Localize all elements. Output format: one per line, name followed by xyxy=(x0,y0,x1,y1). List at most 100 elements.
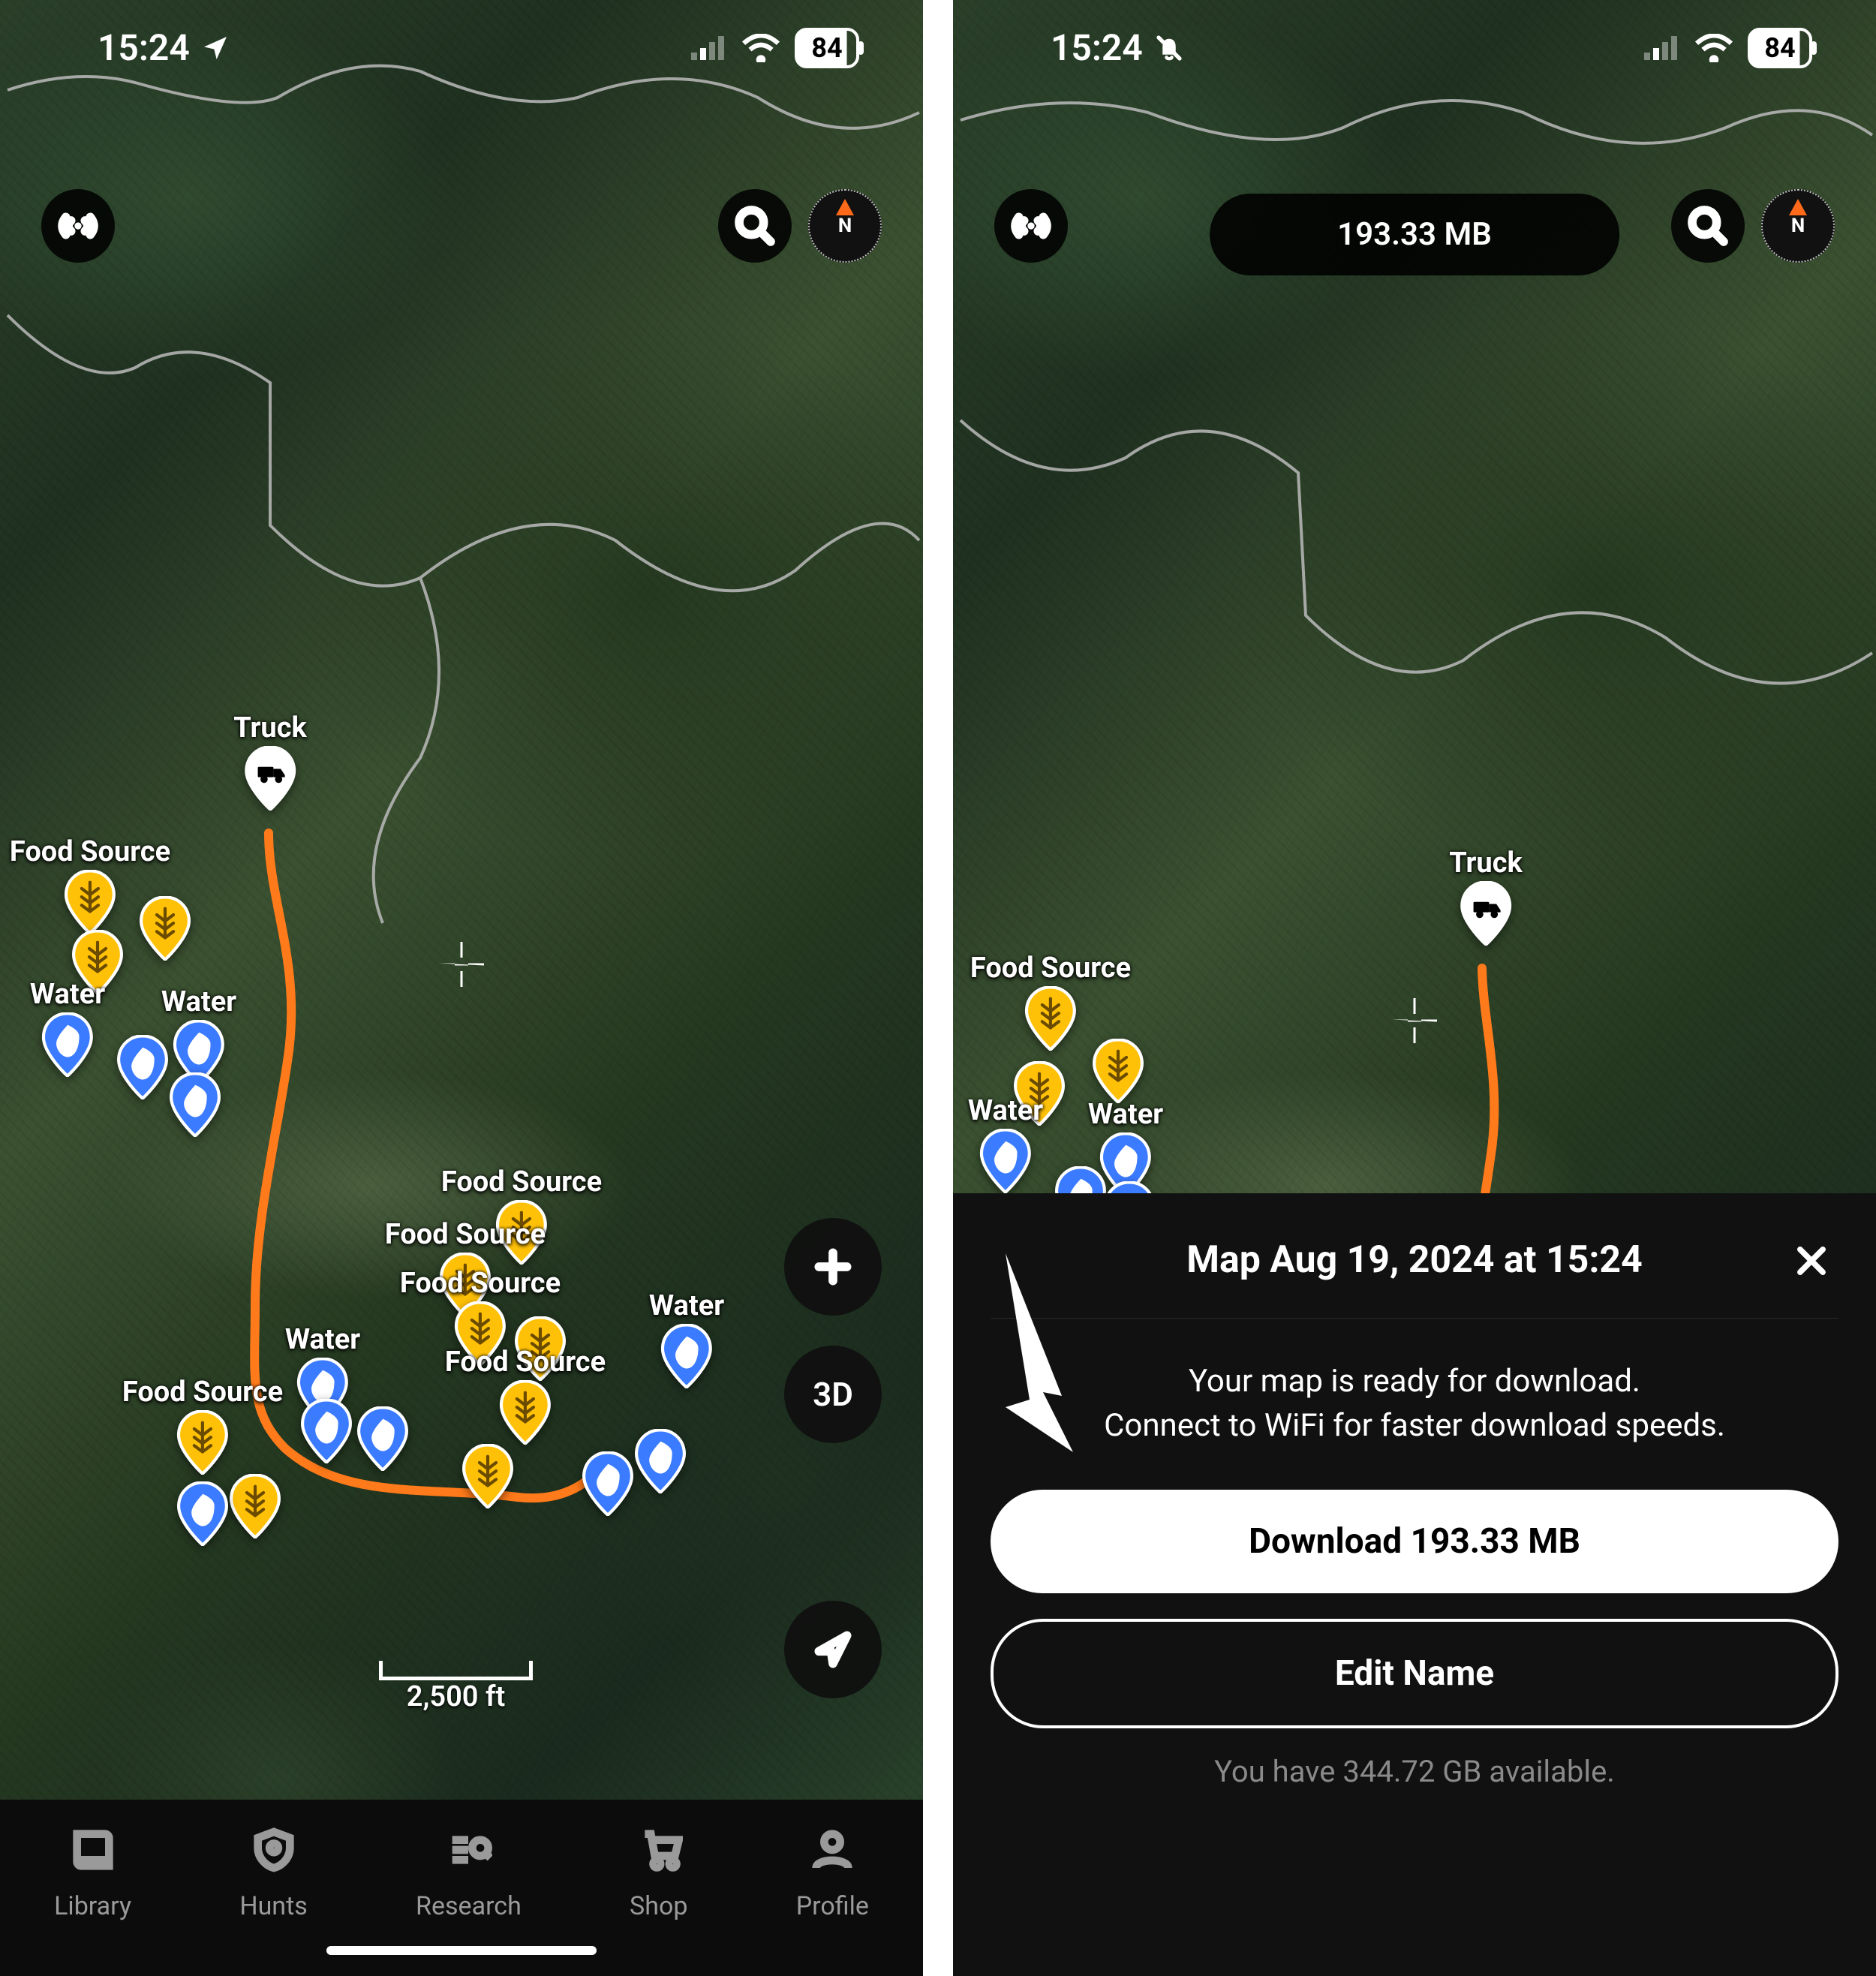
cellular-icon xyxy=(691,36,727,60)
status-bar: 15:24 84 xyxy=(0,26,923,69)
food-pin-icon xyxy=(1092,1039,1144,1103)
download-size-pill[interactable]: 193.33 MB xyxy=(1210,194,1619,275)
pin-label: Truck xyxy=(1449,847,1523,880)
map-pin-water[interactable] xyxy=(634,1429,687,1493)
map-pin-water[interactable] xyxy=(300,1399,353,1463)
food-pin-icon xyxy=(139,896,191,961)
download-sheet: Map Aug 19, 2024 at 15:24 Your map is re… xyxy=(953,1193,1876,1976)
map-pin-water[interactable]: Water xyxy=(649,1289,724,1388)
pin-label: Water xyxy=(285,1323,360,1356)
map-pin-food[interactable] xyxy=(139,896,191,961)
sheet-title: Map Aug 19, 2024 at 15:24 xyxy=(1186,1238,1643,1282)
status-time: 15:24 xyxy=(1051,26,1143,69)
research-icon xyxy=(444,1826,492,1881)
compass-button[interactable]: N xyxy=(808,189,882,263)
recenter-button[interactable] xyxy=(784,1601,882,1698)
water-pin-icon xyxy=(356,1406,409,1471)
battery-level: 84 xyxy=(1748,28,1812,68)
wifi-icon xyxy=(742,34,780,62)
map-pin-food[interactable]: Food Source xyxy=(122,1376,283,1475)
tab-label: Shop xyxy=(630,1891,687,1921)
broadcast-button[interactable] xyxy=(41,189,115,263)
add-waypoint-button[interactable] xyxy=(784,1218,882,1316)
water-pin-icon xyxy=(176,1481,229,1546)
status-bar: 15:24 84 xyxy=(953,26,1876,69)
tab-label: Profile xyxy=(796,1891,869,1921)
map-pin-truck[interactable]: Truck xyxy=(1449,847,1523,946)
battery-level: 84 xyxy=(795,28,859,68)
map-center-crosshair-icon xyxy=(1392,998,1437,1043)
food-pin-icon xyxy=(176,1410,229,1475)
sheet-message: Your map is ready for download. Connect … xyxy=(991,1360,1838,1448)
pin-label: Food Source xyxy=(10,835,170,868)
close-icon xyxy=(1792,1241,1831,1280)
book-icon xyxy=(69,1826,117,1881)
tab-shop[interactable]: Shop xyxy=(630,1826,687,1921)
map-pin-food[interactable]: Food Source xyxy=(970,952,1131,1051)
toggle-3d-button[interactable]: 3D xyxy=(784,1346,882,1443)
cellular-icon xyxy=(1644,36,1680,60)
map-pin-truck[interactable]: Truck xyxy=(233,711,307,811)
map-pin-food[interactable] xyxy=(229,1474,281,1538)
phone-right: Truck Food Source Water Water 15:24 xyxy=(953,0,1876,1976)
compass-button[interactable]: N xyxy=(1761,189,1835,263)
map-pin-water[interactable] xyxy=(169,1072,221,1137)
location-arrow-icon xyxy=(200,33,230,63)
tab-profile[interactable]: Profile xyxy=(796,1826,869,1921)
map-pin-food[interactable] xyxy=(461,1444,514,1508)
pin-label: Water xyxy=(161,985,236,1018)
status-time: 15:24 xyxy=(98,26,190,69)
map-pin-water[interactable]: Water xyxy=(968,1094,1043,1193)
map-scale: 2,500 ft xyxy=(379,1661,533,1713)
water-pin-icon xyxy=(634,1429,687,1493)
map-pin-water[interactable] xyxy=(116,1035,169,1099)
search-button[interactable] xyxy=(1671,189,1745,263)
storage-available-text: You have 344.72 GB available. xyxy=(991,1754,1838,1789)
compass-n-label: N xyxy=(1791,215,1805,237)
tab-label: Library xyxy=(54,1891,131,1921)
pin-label: Food Source xyxy=(385,1218,546,1251)
map-pin-food[interactable] xyxy=(1092,1039,1144,1103)
tab-research[interactable]: Research xyxy=(416,1826,522,1921)
phone-left: Truck Food Source Water Water Food Sourc… xyxy=(0,0,923,1976)
map-pin-water[interactable] xyxy=(176,1481,229,1546)
water-pin-icon xyxy=(169,1072,221,1137)
water-pin-icon xyxy=(582,1451,634,1516)
broadcast-button[interactable] xyxy=(994,189,1068,263)
scale-label: 2,500 ft xyxy=(407,1680,505,1713)
plus-icon xyxy=(812,1246,854,1288)
food-pin-icon xyxy=(1024,986,1077,1051)
edit-name-button[interactable]: Edit Name xyxy=(991,1619,1838,1728)
food-pin-icon xyxy=(499,1380,552,1445)
pin-label: Food Source xyxy=(122,1376,283,1409)
search-icon xyxy=(1687,205,1729,247)
wifi-icon xyxy=(1695,34,1733,62)
compass-n-label: N xyxy=(838,215,852,237)
map-pin-water[interactable] xyxy=(356,1406,409,1471)
water-pin-icon xyxy=(660,1324,713,1388)
sheet-close-button[interactable] xyxy=(1792,1238,1831,1292)
download-button[interactable]: Download 193.33 MB xyxy=(991,1490,1838,1593)
pin-label: Water xyxy=(968,1094,1043,1127)
food-pin-icon xyxy=(64,870,116,934)
pin-label: Truck xyxy=(233,711,307,744)
home-indicator xyxy=(326,1946,597,1955)
pin-label: Food Source xyxy=(441,1165,602,1199)
search-button[interactable] xyxy=(718,189,792,263)
tab-hunts[interactable]: Hunts xyxy=(239,1826,307,1921)
map-pin-food[interactable]: Food Source xyxy=(445,1346,606,1445)
pin-label: Food Source xyxy=(445,1346,606,1379)
person-icon xyxy=(808,1826,856,1881)
tab-library[interactable]: Library xyxy=(54,1826,131,1921)
food-pin-icon xyxy=(229,1474,281,1538)
pin-label: Water xyxy=(1088,1098,1163,1131)
pin-label: Food Source xyxy=(400,1267,561,1300)
truck-pin-icon xyxy=(1460,881,1512,946)
water-pin-icon xyxy=(979,1129,1032,1193)
map-pin-water[interactable]: Water xyxy=(30,978,105,1077)
map-pin-water[interactable] xyxy=(582,1451,634,1516)
map-pin-water[interactable]: Water xyxy=(161,985,236,1084)
compass-needle-icon xyxy=(1789,199,1807,215)
map-center-crosshair-icon xyxy=(439,942,484,987)
cart-icon xyxy=(635,1826,683,1881)
